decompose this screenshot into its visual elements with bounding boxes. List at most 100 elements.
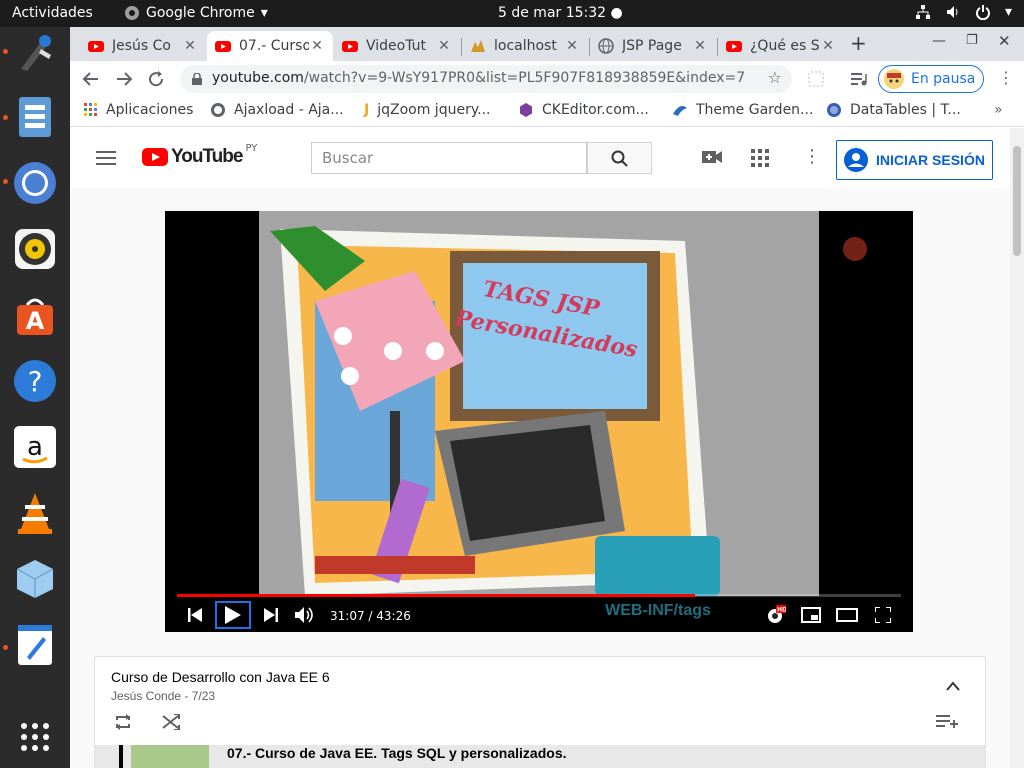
bookmark-apps[interactable]: Aplicaciones [84, 102, 193, 118]
dock-help[interactable]: ? [11, 357, 59, 405]
sign-in-button[interactable]: INICIAR SESIÓN [836, 140, 993, 180]
youtube-logo[interactable]: YouTube PY [142, 142, 258, 168]
tab-4[interactable]: localhost ✕ [462, 31, 588, 61]
shuffle-icon[interactable] [162, 714, 180, 730]
tab-close-icon[interactable]: ✕ [564, 38, 580, 54]
fullscreen-button[interactable] [869, 601, 897, 629]
tab-close-icon[interactable]: ✕ [820, 38, 836, 54]
tab-close-icon[interactable]: ✕ [692, 38, 708, 54]
playlist-item-thumbnail [131, 745, 209, 768]
skip-previous-icon [188, 608, 202, 622]
chrome-small-icon [125, 6, 139, 20]
dock-files[interactable] [11, 93, 59, 141]
dock-chromium[interactable] [11, 159, 59, 207]
dock-vlc[interactable] [11, 489, 59, 537]
fullscreen-icon [875, 607, 891, 623]
theater-mode-button[interactable] [833, 601, 861, 629]
tab-1[interactable]: Jesús Co ✕ [80, 31, 206, 61]
next-button[interactable] [257, 601, 285, 629]
dock-firefox[interactable] [11, 27, 59, 75]
page-scrollbar[interactable] [1010, 128, 1024, 768]
bookmark-label: CKEditor.com... [542, 102, 649, 118]
avatar [884, 69, 904, 89]
playlist-title[interactable]: Curso de Desarrollo con Java EE 6 [111, 669, 330, 685]
address-bar[interactable]: youtube.com/watch?v=9-WsY917PR0&list=PL5… [180, 65, 792, 93]
bookmark-label: DataTables | T... [850, 102, 961, 118]
bookmark-label: Theme Garden... [696, 102, 814, 118]
bookmarks-overflow-icon[interactable]: » [994, 102, 1003, 118]
youtube-play-logo-icon [142, 148, 168, 166]
new-tab-button[interactable]: + [850, 31, 867, 55]
tab-title: VideoTut [366, 38, 427, 54]
files-icon [19, 97, 51, 137]
playlist-panel: Curso de Desarrollo con Java EE 6 Jesús … [94, 656, 986, 768]
previous-button[interactable] [181, 601, 209, 629]
region-code: PY [245, 142, 258, 154]
bookmarks-bar: Aplicaciones Ajaxload - Aja... J jqZoom … [70, 97, 1024, 127]
create-video-icon[interactable] [702, 149, 722, 165]
save-playlist-icon[interactable] [936, 715, 958, 729]
bookmark-theme-garden[interactable]: Theme Garden... [672, 102, 813, 118]
extension-icon[interactable] [808, 71, 824, 87]
back-icon[interactable] [82, 70, 100, 88]
tab-close-icon[interactable]: ✕ [436, 38, 452, 54]
video-player[interactable]: TAGS JSP Personalizados WEB-INF/tags 31:… [165, 211, 913, 632]
bookmark-star-icon[interactable]: ☆ [768, 68, 782, 87]
media-queue-icon[interactable] [850, 71, 868, 87]
tab-strip: Jesús Co ✕ 07.- Curso ✕ VideoTut ✕ local… [70, 27, 1024, 61]
amazon-icon: a [14, 426, 56, 468]
scrollbar-thumb[interactable] [1013, 146, 1021, 256]
close-window-button[interactable]: ✕ [998, 32, 1011, 50]
dock-amazon[interactable]: a [11, 423, 59, 471]
volume-icon [295, 607, 313, 623]
bookmark-datatables[interactable]: DataTables | T... [826, 102, 961, 118]
tab-close-icon[interactable]: ✕ [182, 38, 198, 54]
loop-icon[interactable] [114, 714, 132, 730]
play-button[interactable] [215, 601, 251, 629]
bookmark-ajaxload[interactable]: Ajaxload - Aja... [210, 102, 344, 118]
forward-icon[interactable] [115, 70, 133, 88]
url-text: youtube.com/watch?v=9-WsY917PR0&list=PL5… [212, 70, 745, 86]
miniplayer-button[interactable] [797, 601, 825, 629]
playlist-current-item[interactable]: 07.- Curso de Java EE. Tags SQL y person… [95, 745, 985, 768]
search-input[interactable]: Buscar [311, 142, 587, 174]
chrome-window: Jesús Co ✕ 07.- Curso ✕ VideoTut ✕ local… [70, 27, 1024, 768]
profile-paused-button[interactable]: En pausa [878, 65, 984, 93]
search-button[interactable] [587, 142, 652, 174]
tab-close-icon[interactable]: ✕ [309, 38, 325, 54]
bookmark-jqzoom[interactable]: J jqZoom jquery... [364, 102, 490, 118]
svg-text:?: ? [28, 365, 43, 398]
system-tray[interactable]: ▾ [915, 4, 1012, 20]
collapse-chevron-up-icon[interactable] [946, 681, 960, 691]
minimize-button[interactable]: — [932, 33, 946, 49]
apps-grid-icon [84, 103, 97, 116]
show-applications[interactable] [11, 713, 59, 761]
tab-3[interactable]: VideoTut ✕ [334, 31, 460, 61]
dock-text-editor[interactable] [11, 621, 59, 669]
activities-button[interactable]: Actividades [12, 5, 93, 21]
settings-button[interactable]: HD [762, 601, 790, 629]
maximize-button[interactable]: ❐ [966, 33, 978, 48]
apps-grid-icon[interactable] [751, 149, 769, 167]
settings-menu-icon[interactable]: ⋮ [803, 146, 821, 167]
bookmark-ckeditor[interactable]: CKEditor.com... [518, 102, 649, 118]
clock[interactable]: 5 de mar 15:32 ● [498, 5, 623, 21]
hamburger-menu-icon[interactable] [96, 150, 116, 166]
vlc-icon [18, 493, 52, 534]
youtube-page: YouTube PY Buscar ⋮ INICIAR SESIÓN TAGS … [70, 128, 1024, 768]
mute-button[interactable] [291, 601, 319, 629]
dock-software[interactable]: A [11, 291, 59, 339]
reload-icon[interactable] [147, 70, 165, 88]
chrome-menu-icon[interactable]: ⋮ [998, 68, 1014, 87]
youtube-favicon-icon [215, 41, 231, 52]
play-icon [225, 606, 241, 624]
tab-5[interactable]: JSP Page ✕ [590, 31, 716, 61]
current-indicator [119, 745, 123, 768]
tab-2-active[interactable]: 07.- Curso ✕ [207, 31, 333, 61]
dock-rhythmbox[interactable] [11, 225, 59, 273]
app-menu[interactable]: Google Chrome ▾ [124, 5, 268, 21]
dock-virtualbox[interactable] [11, 555, 59, 603]
miniplayer-icon [801, 607, 821, 623]
url-host: youtube.com [212, 70, 304, 86]
tab-6[interactable]: ¿Qué es S ✕ [718, 31, 844, 61]
